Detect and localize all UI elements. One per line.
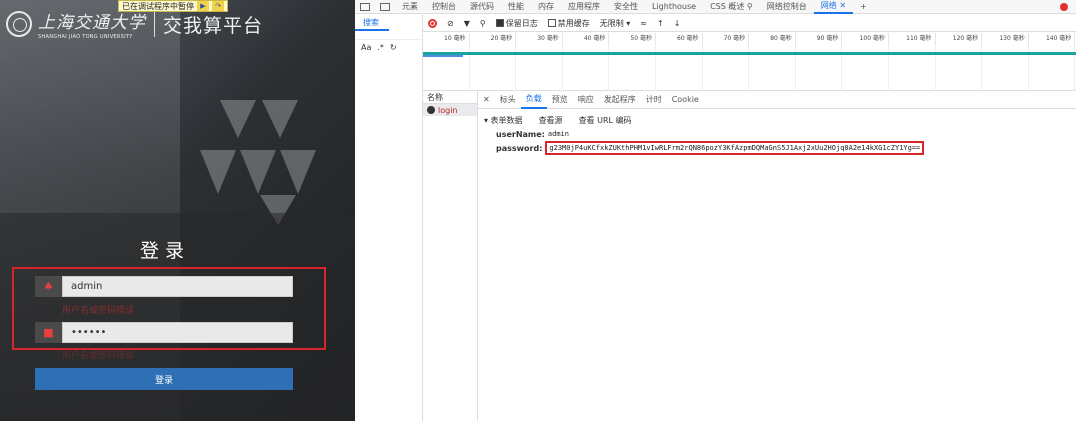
login-title: 登录 <box>139 240 190 262</box>
record-icon[interactable] <box>428 18 437 28</box>
timeline-bar <box>423 52 1076 55</box>
search-tab[interactable]: 搜索 <box>355 15 389 31</box>
clear-icon[interactable]: ⊘ <box>447 19 454 28</box>
step-over-icon[interactable]: ↷ <box>212 1 224 11</box>
tick-label: 80 毫秒 <box>749 33 796 45</box>
decor-triangle <box>262 100 298 138</box>
regex-toggle[interactable]: .* <box>377 43 384 52</box>
login-page: 上海交通大学 SHANGHAI JIAO TONG UNIVERSITY 交我算… <box>0 0 355 421</box>
view-source-link[interactable]: 查看源 <box>539 115 563 126</box>
close-detail-icon[interactable]: ✕ <box>478 95 495 104</box>
school-name-en: SHANGHAI JIAO TONG UNIVERSITY <box>38 34 133 40</box>
form-field-password: password: g23M0jP4uKCfxkZUKthPHM1vIwRLFr… <box>478 141 1076 155</box>
add-tab-icon[interactable]: + <box>853 2 874 11</box>
search-icon[interactable]: ⚲ <box>480 19 486 28</box>
detail-tabs: ✕ 标头 负载 预览 响应 发起程序 计时 Cookie <box>478 91 1076 109</box>
tab-memory[interactable]: 内存 <box>531 1 561 12</box>
decor-triangle <box>200 150 236 194</box>
tab-elements[interactable]: 元素 <box>395 1 425 12</box>
login-button[interactable]: 登录 <box>35 368 293 390</box>
tab-performance[interactable]: 性能 <box>501 1 531 12</box>
tick-label: 140 毫秒 <box>1029 33 1076 45</box>
resume-icon[interactable]: ▶ <box>197 1 209 11</box>
tab-lighthouse[interactable]: Lighthouse <box>645 2 703 11</box>
devtools-tabbar: 元素 控制台 源代码 性能 内存 应用程序 安全性 Lighthouse CSS… <box>355 0 1076 14</box>
tick-label: 60 毫秒 <box>656 33 703 45</box>
tab-timing[interactable]: 计时 <box>641 94 667 105</box>
form-field-username: userName: admin <box>478 127 1076 141</box>
tick-label: 130 毫秒 <box>982 33 1029 45</box>
tick-label: 10 毫秒 <box>423 33 470 45</box>
throttling-select[interactable]: 无限制 ▾ <box>600 18 631 29</box>
tick-label: 30 毫秒 <box>516 33 563 45</box>
name-column-header[interactable]: 名称 <box>423 91 477 104</box>
search-panel: 搜索 Aa .* ↻ <box>355 15 423 421</box>
disable-cache-checkbox[interactable]: 禁用缓存 <box>547 18 590 29</box>
request-list: 名称 login <box>423 91 478 421</box>
tab-application[interactable]: 应用程序 <box>561 1 607 12</box>
tab-network-console[interactable]: 网络控制台 <box>760 1 814 12</box>
tab-headers[interactable]: 标头 <box>495 94 521 105</box>
export-icon[interactable]: ↓ <box>674 19 681 28</box>
paused-text: 已在调试程序中暂停 <box>122 1 194 11</box>
field-key: userName: <box>496 129 545 139</box>
tab-sources[interactable]: 源代码 <box>463 1 501 12</box>
tab-payload[interactable]: 负载 <box>520 91 547 109</box>
tab-cookies[interactable]: Cookie <box>667 95 704 104</box>
encrypted-password-value: g23M0jP4uKCfxkZUKthPHM1vIwRLFrm2rQN86poz… <box>545 141 925 155</box>
platform-title: 交我算平台 <box>163 14 264 37</box>
search-options: Aa .* ↻ <box>355 39 422 55</box>
tab-preview[interactable]: 预览 <box>547 94 573 105</box>
error-badge-icon[interactable] <box>1060 3 1068 11</box>
tab-initiator[interactable]: 发起程序 <box>599 94 641 105</box>
preserve-log-checkbox[interactable]: 保留日志 <box>495 18 538 29</box>
screen: 上海交通大学 SHANGHAI JIAO TONG UNIVERSITY 交我算… <box>0 0 1076 421</box>
view-url-encoded-link[interactable]: 查看 URL 编码 <box>579 115 632 126</box>
logo-divider <box>154 11 155 37</box>
network-toolbar: ⊘ ▼ ⚲ 保留日志 禁用缓存 无限制 ▾ ≈ ↑ ↓ <box>423 15 1076 32</box>
tab-network[interactable]: 网络 ✕ <box>813 0 854 14</box>
form-data-toggle[interactable]: ▾ 表单数据 <box>484 115 523 126</box>
devtools: 元素 控制台 源代码 性能 内存 应用程序 安全性 Lighthouse CSS… <box>355 0 1076 421</box>
tick-label: 120 毫秒 <box>936 33 983 45</box>
field-key: password: <box>496 143 543 153</box>
error-icon <box>427 106 435 114</box>
tab-css-overview[interactable]: CSS 概述 ⚲ <box>703 1 760 12</box>
tick-label: 110 毫秒 <box>889 33 936 45</box>
import-icon[interactable]: ↑ <box>657 19 664 28</box>
tick-label: 90 毫秒 <box>796 33 843 45</box>
wifi-icon[interactable]: ≈ <box>640 19 647 28</box>
tick-label: 40 毫秒 <box>563 33 610 45</box>
tab-security[interactable]: 安全性 <box>607 1 645 12</box>
refresh-icon[interactable]: ↻ <box>390 43 397 52</box>
tick-label: 20 毫秒 <box>470 33 517 45</box>
decor-triangle <box>220 100 256 138</box>
form-data-header: ▾ 表单数据 查看源 查看 URL 编码 <box>478 113 1076 127</box>
field-value: admin <box>547 130 569 138</box>
logo: 上海交通大学 SHANGHAI JIAO TONG UNIVERSITY 交我算… <box>6 8 263 40</box>
highlight-box <box>12 267 326 350</box>
decor-triangle <box>240 150 276 194</box>
tab-response[interactable]: 响应 <box>573 94 599 105</box>
tick-label: 100 毫秒 <box>842 33 889 45</box>
request-detail: ✕ 标头 负载 预览 响应 发起程序 计时 Cookie ▾ 表单数据 查看源 … <box>478 91 1076 421</box>
timeline-bar <box>423 55 463 57</box>
decor-triangle <box>280 150 316 194</box>
network-timeline[interactable]: 10 毫秒 20 毫秒 30 毫秒 40 毫秒 50 毫秒 60 毫秒 70 毫… <box>423 33 1076 91</box>
request-name: login <box>438 105 458 115</box>
university-seal-icon <box>6 11 32 37</box>
tick-label: 50 毫秒 <box>609 33 656 45</box>
tick-label: 70 毫秒 <box>703 33 750 45</box>
inspect-icon[interactable] <box>360 2 370 11</box>
tab-console[interactable]: 控制台 <box>425 1 463 12</box>
filter-icon[interactable]: ▼ <box>464 19 470 28</box>
match-case-toggle[interactable]: Aa <box>361 43 371 52</box>
request-row[interactable]: login <box>423 104 477 116</box>
debugger-paused-banner: 已在调试程序中暂停 ▶ ↷ <box>118 0 228 12</box>
timeline-ticks: 10 毫秒 20 毫秒 30 毫秒 40 毫秒 50 毫秒 60 毫秒 70 毫… <box>423 33 1076 45</box>
device-toggle-icon[interactable] <box>380 2 390 11</box>
